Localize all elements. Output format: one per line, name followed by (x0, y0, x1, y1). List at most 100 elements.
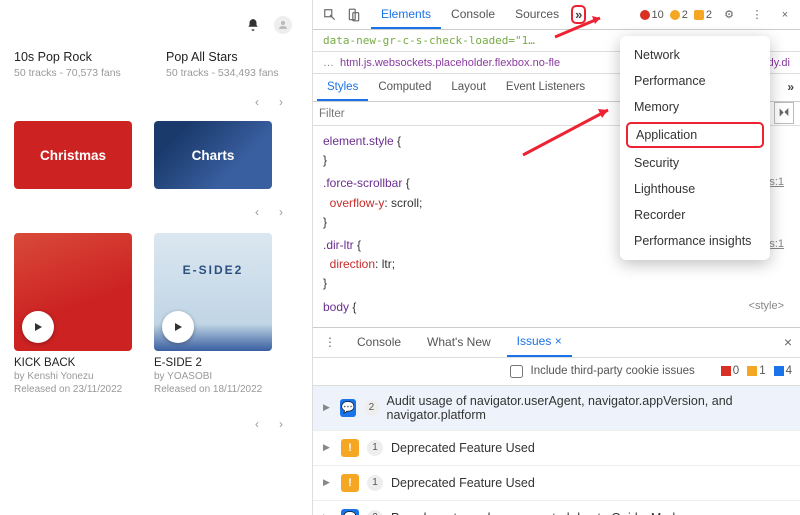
count-errors[interactable]: 0 (721, 365, 739, 377)
tab-sources[interactable]: Sources (505, 0, 569, 29)
album-cover: E-SIDE2 (154, 233, 272, 351)
album-card[interactable]: E-SIDE2 E-SIDE 2 by YOASOBI Released on … (154, 233, 272, 395)
issue-count: 2 (364, 400, 378, 416)
more-tabs-highlight: » (571, 5, 586, 24)
devtools-tabs: Elements Console Sources (371, 0, 569, 29)
play-button[interactable] (162, 311, 194, 343)
error-icon (640, 10, 650, 20)
menu-item-application[interactable]: Application (626, 122, 764, 148)
album-artist: by YOASOBI (154, 371, 272, 382)
devtools-header: Elements Console Sources » 10 2 2 ⚙ ⋮ × (313, 0, 800, 30)
chevron-left-icon[interactable]: ‹ (248, 203, 266, 221)
device-icon[interactable] (343, 4, 365, 26)
tiles-row: Christmas Charts (0, 121, 312, 189)
category-row: 10s Pop Rock 50 tracks - 70,573 fans Pop… (0, 50, 312, 79)
issues-badge[interactable]: 2 (694, 9, 712, 21)
issue-row[interactable]: ▶💬2Page layout may be unexpected due to … (313, 501, 800, 515)
tile-label: Christmas (40, 148, 106, 163)
warning-icon (670, 10, 680, 20)
count-warnings[interactable]: 1 (747, 365, 765, 377)
css-rule: <style>body { (323, 298, 790, 317)
subtab-styles[interactable]: Styles (317, 74, 368, 101)
issue-row[interactable]: ▶💬2Audit usage of navigator.userAgent, n… (313, 386, 800, 431)
cookie-label: Include third-party cookie issues (531, 365, 695, 377)
issue-count: 1 (367, 475, 383, 491)
drawer: ⋮ Console What's New Issues × × Include … (313, 327, 800, 515)
topbar (0, 10, 312, 40)
error-badge[interactable]: 10 (640, 9, 664, 21)
subtab-layout[interactable]: Layout (441, 74, 496, 101)
album-title: E-SIDE 2 (154, 357, 272, 369)
info-icon (774, 366, 784, 376)
avatar[interactable] (274, 16, 292, 34)
kebab-icon[interactable]: ⋮ (746, 4, 768, 26)
tab-console[interactable]: Console (441, 0, 505, 29)
album-date: Released on 23/11/2022 (14, 384, 132, 395)
warning-icon: ! (341, 474, 359, 492)
issue-row[interactable]: ▶!1Deprecated Feature Used (313, 431, 800, 466)
error-icon (721, 366, 731, 376)
app-panel: 10s Pop Rock 50 tracks - 70,573 fans Pop… (0, 0, 312, 515)
tile-charts[interactable]: Charts (154, 121, 272, 189)
warning-badge[interactable]: 2 (670, 9, 688, 21)
inspect-icon[interactable] (319, 4, 341, 26)
menu-item-perf-insights[interactable]: Performance insights (620, 228, 770, 254)
album-card[interactable]: KICK BACK by Kenshi Yonezu Released on 2… (14, 233, 132, 395)
album-title: KICK BACK (14, 357, 132, 369)
menu-item-network[interactable]: Network (620, 42, 770, 68)
issue-text: Audit usage of navigator.userAgent, navi… (387, 394, 790, 422)
chevron-left-icon[interactable]: ‹ (248, 93, 266, 111)
breadcrumb-end: dy.di (768, 57, 790, 69)
category-title: Pop All Stars (166, 50, 296, 64)
chevron-right-icon[interactable]: › (272, 93, 290, 111)
hov-toggle[interactable]: ⏵⏴ (774, 102, 794, 124)
chevron-right-icon[interactable]: › (272, 203, 290, 221)
issue-text: Page layout may be unexpected due to Qui… (391, 511, 682, 515)
more-tabs-button[interactable]: » (575, 7, 582, 22)
kebab-icon[interactable]: ⋮ (319, 331, 341, 353)
chevron-left-icon[interactable]: ‹ (248, 415, 266, 433)
category-subtitle: 50 tracks - 534,493 fans (166, 67, 296, 79)
drawer-tabs: ⋮ Console What's New Issues × × (313, 328, 800, 358)
issues-toolbar: Include third-party cookie issues 0 1 4 (313, 358, 800, 386)
subtab-event-listeners[interactable]: Event Listeners (496, 74, 595, 101)
info-icon: 💬 (341, 509, 359, 515)
close-icon[interactable]: × (555, 334, 562, 348)
subtab-computed[interactable]: Computed (368, 74, 441, 101)
chevron-right-icon[interactable]: › (272, 415, 290, 433)
menu-item-performance[interactable]: Performance (620, 68, 770, 94)
album-cover (14, 233, 132, 351)
warning-icon: ! (341, 439, 359, 457)
tile-christmas[interactable]: Christmas (14, 121, 132, 189)
gear-icon[interactable]: ⚙ (718, 4, 740, 26)
album-date: Released on 18/11/2022 (154, 384, 272, 395)
menu-item-memory[interactable]: Memory (620, 94, 770, 120)
drawer-tab-issues[interactable]: Issues × (507, 327, 572, 357)
expand-icon[interactable]: ▶ (323, 402, 332, 413)
play-button[interactable] (22, 311, 54, 343)
count-info[interactable]: 4 (774, 365, 792, 377)
cookie-checkbox[interactable] (510, 365, 523, 378)
expand-icon[interactable]: ▶ (323, 442, 333, 453)
issue-text: Deprecated Feature Used (391, 441, 535, 455)
expand-icon[interactable]: ▶ (323, 477, 333, 488)
issue-row[interactable]: ▶!1Deprecated Feature Used (313, 466, 800, 501)
bell-icon[interactable] (244, 16, 262, 34)
category-item[interactable]: 10s Pop Rock 50 tracks - 70,573 fans (14, 50, 144, 79)
menu-item-security[interactable]: Security (620, 150, 770, 176)
nav-row: ‹ › (0, 93, 312, 111)
drawer-close-icon[interactable]: × (784, 334, 792, 350)
category-subtitle: 50 tracks - 70,573 fans (14, 67, 144, 79)
menu-item-recorder[interactable]: Recorder (620, 202, 770, 228)
tab-elements[interactable]: Elements (371, 0, 441, 29)
drawer-tab-console[interactable]: Console (347, 335, 411, 349)
album-art-text: E-SIDE2 (154, 263, 272, 277)
close-icon[interactable]: × (774, 4, 796, 26)
menu-item-lighthouse[interactable]: Lighthouse (620, 176, 770, 202)
drawer-tab-whatsnew[interactable]: What's New (417, 335, 501, 349)
nav-row: ‹ › (0, 203, 312, 221)
category-item[interactable]: Pop All Stars 50 tracks - 534,493 fans (166, 50, 296, 79)
issues-icon (694, 10, 704, 20)
issue-count: 2 (367, 510, 383, 515)
subtab-overflow-icon[interactable]: » (787, 74, 794, 101)
